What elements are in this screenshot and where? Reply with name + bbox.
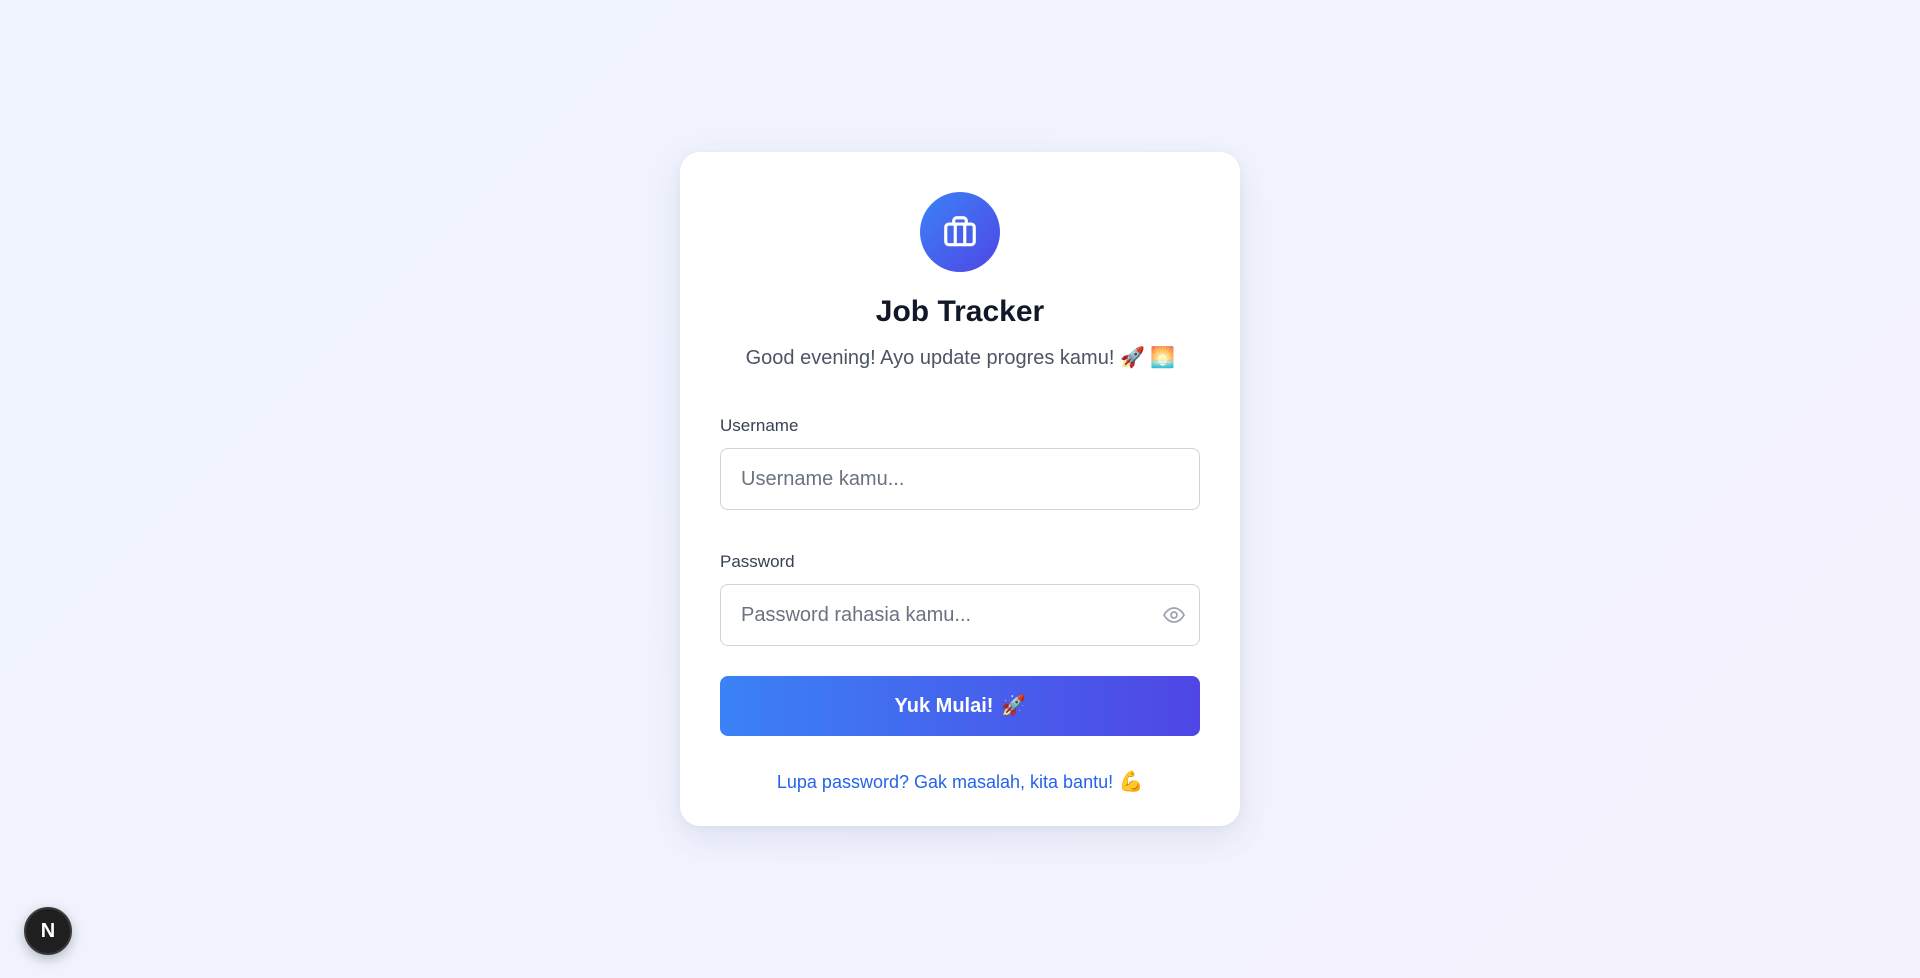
forgot-password-label: Lupa password? Gak masalah, kita bantu! xyxy=(776,771,1114,792)
password-field-wrapper xyxy=(720,584,1200,646)
dev-tools-badge-label: N xyxy=(40,919,56,942)
login-card: Job Tracker Good evening! Ayo update pro… xyxy=(680,152,1240,826)
rocket-icon: 🚀 xyxy=(1001,695,1026,717)
username-label: Username xyxy=(720,416,799,435)
sunset-icon: 🌅 xyxy=(1149,347,1175,369)
password-label: Password xyxy=(720,552,795,571)
page-title: Job Tracker xyxy=(875,295,1045,328)
submit-button[interactable]: Yuk Mulai! 🚀 xyxy=(720,676,1200,736)
rocket-icon: 🚀 xyxy=(1119,347,1145,369)
greeting-text: Good evening! Ayo update progres kamu! xyxy=(745,347,1115,369)
password-input[interactable] xyxy=(720,584,1200,646)
username-input[interactable] xyxy=(720,448,1200,510)
eye-icon[interactable] xyxy=(1162,603,1186,627)
username-field-wrapper xyxy=(720,448,1200,510)
flexed-bicep-icon: 💪 xyxy=(1118,771,1144,793)
dev-tools-badge[interactable]: N xyxy=(24,907,72,955)
greeting: Good evening! Ayo update progres kamu! 🚀… xyxy=(720,344,1200,372)
forgot-password-link[interactable]: Lupa password? Gak masalah, kita bantu! … xyxy=(720,770,1200,794)
app-logo xyxy=(920,192,1000,272)
briefcase-icon xyxy=(944,216,976,247)
login-form: Username Password Yuk Mulai! 🚀 Lupa pass… xyxy=(720,414,1200,794)
submit-button-label: Yuk Mulai! xyxy=(894,694,994,717)
